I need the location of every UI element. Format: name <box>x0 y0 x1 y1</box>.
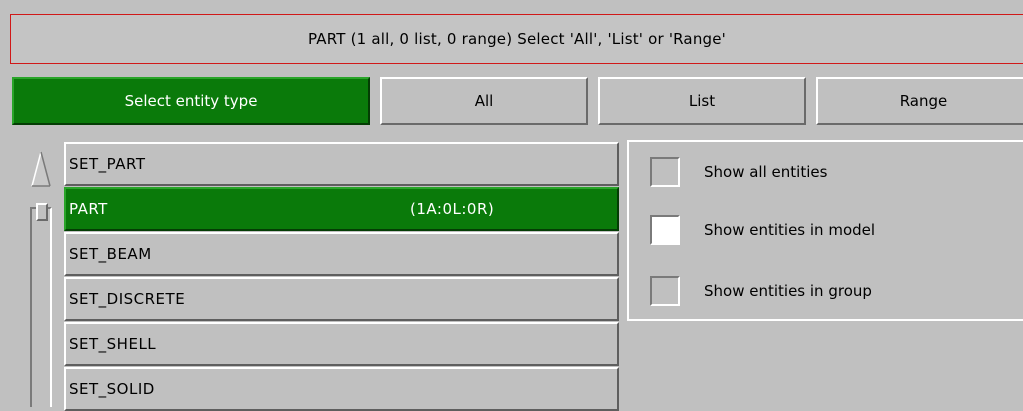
show-entities-in-model-label: Show entities in model <box>704 221 876 239</box>
list-item-set-part[interactable]: SET_PART <box>64 142 619 186</box>
scrollbar-thumb[interactable] <box>36 203 48 221</box>
all-button[interactable]: All <box>380 77 588 125</box>
select-entity-type-button[interactable]: Select entity type <box>12 77 370 125</box>
scroll-up-arrow-icon[interactable] <box>31 151 51 187</box>
scrollbar-track[interactable] <box>30 207 52 407</box>
show-all-entities-label: Show all entities <box>704 163 828 181</box>
list-item-part[interactable]: PART (1A:0L:0R) <box>64 187 619 231</box>
list-item-set-shell[interactable]: SET_SHELL <box>64 322 619 366</box>
all-button-label: All <box>474 92 494 110</box>
list-item-label: SET_SOLID <box>69 380 155 398</box>
show-all-entities-checkbox[interactable] <box>650 157 680 187</box>
list-item-set-beam[interactable]: SET_BEAM <box>64 232 619 276</box>
list-item-set-solid[interactable]: SET_SOLID <box>64 367 619 411</box>
list-button-label: List <box>688 92 716 110</box>
list-button[interactable]: List <box>598 77 806 125</box>
show-entities-in-model-option[interactable]: Show entities in model <box>650 215 875 245</box>
show-entities-in-group-option[interactable]: Show entities in group <box>650 276 872 306</box>
range-button-label: Range <box>899 92 948 110</box>
show-all-entities-option[interactable]: Show all entities <box>650 157 827 187</box>
selection-status-header: PART (1 all, 0 list, 0 range) Select 'Al… <box>10 14 1023 64</box>
list-item-count: (1A:0L:0R) <box>410 200 495 218</box>
list-item-set-discrete[interactable]: SET_DISCRETE <box>64 277 619 321</box>
show-entities-in-group-label: Show entities in group <box>704 282 872 300</box>
show-entities-in-group-checkbox[interactable] <box>650 276 680 306</box>
show-entities-in-model-checkbox[interactable] <box>650 215 680 245</box>
range-button[interactable]: Range <box>816 77 1023 125</box>
list-item-label: SET_BEAM <box>69 245 152 263</box>
selection-status-text: PART (1 all, 0 list, 0 range) Select 'Al… <box>307 30 727 48</box>
list-item-label: SET_SHELL <box>69 335 157 353</box>
list-item-label: SET_PART <box>69 155 146 173</box>
list-item-label: SET_DISCRETE <box>69 290 186 308</box>
list-item-label: PART <box>69 200 108 218</box>
select-entity-type-label: Select entity type <box>124 92 258 110</box>
